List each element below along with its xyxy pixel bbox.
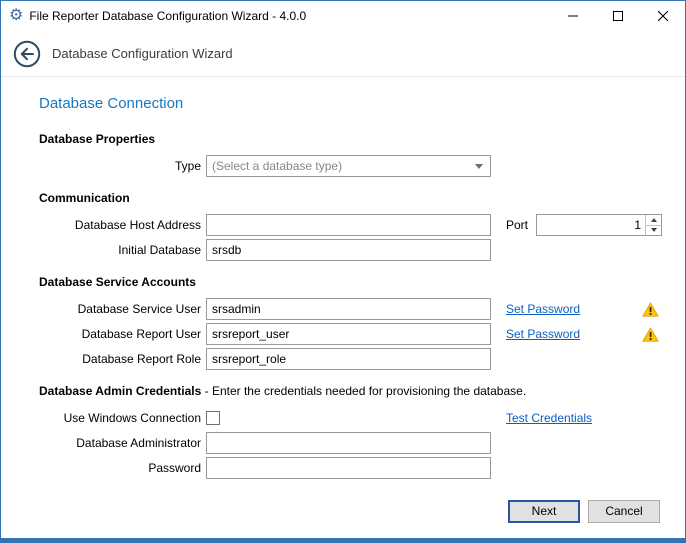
admin-credentials-subtitle: - Enter the credentials needed for provi… (201, 384, 526, 398)
service-user-set-password-link[interactable]: Set Password (506, 302, 580, 316)
password-extra (496, 457, 661, 479)
report-user-label: Database Report User (39, 327, 201, 341)
report-role-label: Database Report Role (39, 352, 201, 366)
section-database-properties: Database Properties (39, 132, 661, 146)
windows-connection-row: Use Windows Connection Test Credentials (39, 407, 661, 429)
window-title: File Reporter Database Configuration Wiz… (29, 9, 306, 23)
service-user-row: Database Service User Set Password (39, 298, 661, 320)
database-type-placeholder: (Select a database type) (212, 159, 342, 173)
host-input[interactable] (206, 214, 491, 236)
report-user-row: Database Report User Set Password (39, 323, 661, 345)
port-group: Port (496, 214, 664, 236)
initial-db-input[interactable] (206, 239, 491, 261)
wizard-header: Database Configuration Wizard (1, 31, 685, 77)
spin-up-icon (651, 218, 657, 222)
service-user-input[interactable] (206, 298, 491, 320)
port-label: Port (506, 218, 528, 232)
content-area: Database Connection Database Properties … (1, 77, 685, 494)
initial-db-extra (496, 239, 661, 261)
section-service-accounts: Database Service Accounts (39, 275, 661, 289)
port-input[interactable] (536, 214, 662, 236)
wizard-header-title: Database Configuration Wizard (52, 46, 233, 61)
window-controls (550, 1, 685, 31)
service-user-label: Database Service User (39, 302, 201, 316)
maximize-button[interactable] (595, 1, 640, 31)
host-label: Database Host Address (39, 218, 201, 232)
type-label: Type (39, 159, 201, 173)
use-windows-connection-label: Use Windows Connection (39, 411, 201, 425)
back-button[interactable] (13, 40, 41, 68)
port-spin-down-button[interactable] (646, 225, 661, 236)
type-row: Type (Select a database type) (39, 155, 661, 177)
port-spin-up-button[interactable] (646, 215, 661, 225)
report-user-set-password-link[interactable]: Set Password (506, 327, 580, 341)
initial-db-label: Initial Database (39, 243, 201, 257)
spin-down-icon (651, 228, 657, 232)
admin-extra (496, 432, 661, 454)
section-communication: Communication (39, 191, 661, 205)
back-arrow-icon (13, 40, 41, 68)
titlebar: ⚙ File Reporter Database Configuration W… (1, 1, 685, 31)
service-user-extra: Set Password (496, 298, 661, 320)
close-button[interactable] (640, 1, 685, 31)
host-row: Database Host Address Port (39, 214, 661, 236)
admin-row: Database Administrator (39, 432, 661, 454)
password-row: Password (39, 457, 661, 479)
report-user-input[interactable] (206, 323, 491, 345)
port-spinner (536, 214, 662, 236)
use-windows-connection-checkbox[interactable] (206, 411, 220, 425)
report-role-extra (496, 348, 661, 370)
type-row-extra (496, 155, 661, 177)
warning-icon (642, 302, 659, 317)
report-role-row: Database Report Role (39, 348, 661, 370)
section-admin-credentials: Database Admin Credentials - Enter the c… (39, 384, 661, 398)
wizard-window: ⚙ File Reporter Database Configuration W… (0, 0, 686, 543)
database-type-select[interactable]: (Select a database type) (206, 155, 491, 177)
password-label: Password (39, 461, 201, 475)
chevron-down-icon (475, 164, 483, 169)
warning-icon (642, 327, 659, 342)
minimize-button[interactable] (550, 1, 595, 31)
report-role-input[interactable] (206, 348, 491, 370)
next-button[interactable]: Next (508, 500, 580, 523)
password-input[interactable] (206, 457, 491, 479)
close-icon (658, 11, 668, 21)
cancel-button[interactable]: Cancel (588, 500, 660, 523)
minimize-icon (568, 11, 578, 21)
report-user-extra: Set Password (496, 323, 661, 345)
database-administrator-input[interactable] (206, 432, 491, 454)
test-credentials-link[interactable]: Test Credentials (506, 411, 592, 425)
footer: Next Cancel (1, 494, 685, 538)
admin-credentials-title: Database Admin Credentials (39, 384, 201, 398)
database-administrator-label: Database Administrator (39, 436, 201, 450)
initial-db-row: Initial Database (39, 239, 661, 261)
page-title: Database Connection (39, 95, 661, 112)
maximize-icon (613, 11, 623, 21)
gear-app-icon: ⚙ (9, 8, 23, 24)
checkbox-cell (206, 411, 491, 425)
port-spin-buttons (645, 215, 661, 235)
windows-connection-extra: Test Credentials (496, 407, 661, 429)
